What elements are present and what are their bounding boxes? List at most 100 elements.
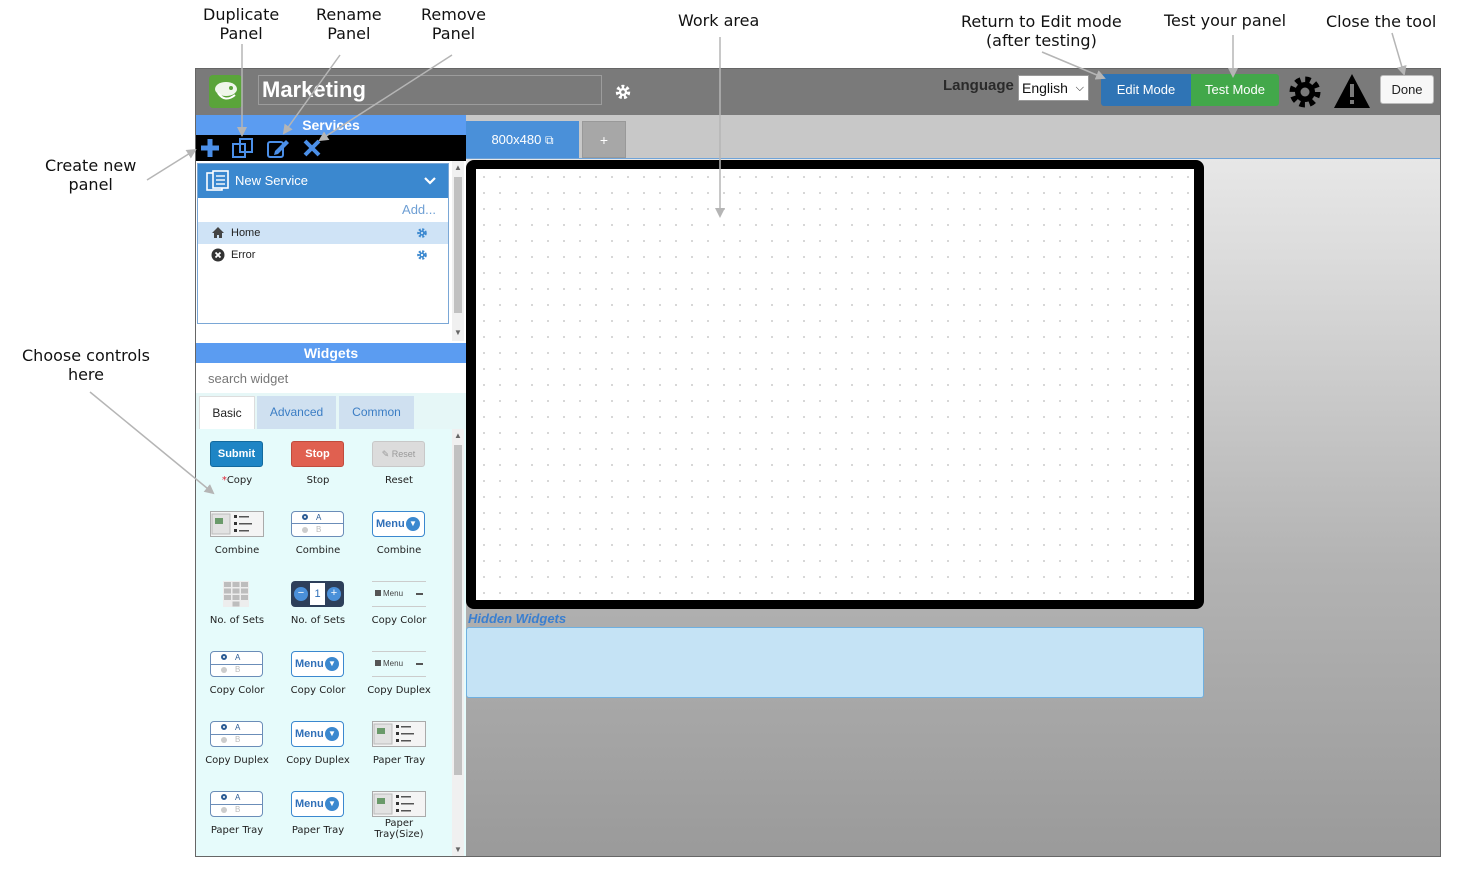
widgets-header: Widgets	[196, 343, 466, 363]
panel-toolbar	[196, 135, 466, 161]
service-item-label: Error	[231, 249, 256, 261]
copy-icon[interactable]: ⧉	[545, 133, 554, 147]
service-header[interactable]: New Service	[198, 164, 448, 198]
language-value: English	[1022, 80, 1068, 96]
service-item-home[interactable]: Home	[198, 222, 448, 244]
submit-button-preview: Submit	[210, 441, 263, 467]
hidden-widgets-area[interactable]	[466, 627, 1204, 698]
widget-label: Copy Duplex	[205, 755, 269, 766]
add-tab-button[interactable]: +	[582, 121, 626, 158]
widget-label: Paper Tray(Size)	[374, 818, 424, 840]
service-name: New Service	[235, 173, 308, 188]
annotation-rename-panel: Rename Panel	[316, 5, 382, 43]
plus-icon: +	[327, 587, 341, 601]
dropdown-widget-icon: Menu	[372, 651, 426, 677]
home-icon	[212, 227, 224, 238]
widget-sets-keypad[interactable]: No. of Sets	[197, 581, 277, 641]
panel-name-input[interactable]: Marketing	[258, 75, 602, 105]
service-panel: New Service Add... Home Error	[197, 163, 449, 324]
annotation-test-panel: Test your panel	[1164, 11, 1287, 30]
scroll-thumb[interactable]	[454, 445, 462, 775]
panel-tabs: 800x480 ⧉ +	[466, 115, 1440, 159]
widget-search-input[interactable]: search widget	[196, 363, 466, 394]
widget-tray-size-list[interactable]: Paper Tray(Size)	[359, 791, 439, 851]
language-label: Language	[943, 77, 1014, 94]
scroll-up-icon[interactable]: ▲	[452, 163, 464, 172]
panel-settings-gear-icon[interactable]	[614, 83, 632, 101]
app-logo	[209, 75, 242, 108]
service-item-error[interactable]: Error	[198, 244, 448, 266]
test-mode-button[interactable]: Test Mode	[1191, 74, 1279, 106]
widgets-scrollbar[interactable]: ▲ ▼	[452, 429, 464, 856]
panel-canvas-frame	[466, 160, 1204, 609]
widget-label: Copy Color	[290, 685, 346, 696]
annotation-return-edit: Return to Edit mode (after testing)	[961, 12, 1122, 50]
remove-panel-icon[interactable]	[300, 137, 324, 159]
widget-color-menu[interactable]: Menu ▼ Copy Color	[278, 651, 358, 711]
annotation-remove-panel: Remove Panel	[421, 5, 486, 43]
widget-duplex-radio[interactable]: A B Copy Duplex	[197, 721, 277, 781]
done-button[interactable]: Done	[1380, 75, 1434, 104]
language-select[interactable]: English ⌵	[1018, 75, 1089, 101]
service-item-label: Home	[231, 227, 261, 239]
work-area: 800x480 ⧉ + Hidden Widgets	[466, 115, 1440, 856]
services-scrollbar[interactable]: ▲ ▼	[452, 161, 464, 341]
widget-label: Paper Tray	[291, 825, 345, 836]
reset-button-preview: ✎ Reset	[372, 441, 425, 467]
settings-gear-icon[interactable]	[1287, 74, 1323, 110]
widget-duplex-menu[interactable]: Menu ▼ Copy Duplex	[278, 721, 358, 781]
widget-duplex-dropdown[interactable]: Menu Copy Duplex	[359, 651, 439, 711]
add-panel-icon[interactable]	[198, 137, 222, 159]
widget-label: Stop	[306, 475, 330, 486]
widget-tray-list[interactable]: Paper Tray	[359, 721, 439, 781]
keypad-icon	[223, 581, 249, 607]
widget-color-dropdown[interactable]: Menu Copy Color	[359, 581, 439, 641]
widget-label: Combine	[376, 545, 422, 556]
left-panel: Services New Service Add... Home Error ▲…	[196, 115, 466, 856]
widget-label: Paper Tray	[372, 755, 426, 766]
panel-canvas[interactable]	[476, 169, 1194, 600]
radio-widget-icon: A B	[291, 511, 344, 537]
widget-color-radio[interactable]: A B Copy Color	[197, 651, 277, 711]
warning-icon[interactable]	[1332, 72, 1372, 110]
menu-widget-icon: Menu ▼	[372, 511, 425, 537]
widget-stop[interactable]: Stop Stop	[278, 441, 358, 501]
annotation-close-tool: Close the tool	[1326, 12, 1437, 31]
widget-label: Reset	[385, 475, 413, 486]
minus-icon: −	[294, 587, 308, 601]
widget-copy[interactable]: Submit *Copy	[197, 441, 277, 501]
widget-combine-menu[interactable]: Menu ▼ Combine	[359, 511, 439, 571]
annotation-create-panel: Create new panel	[45, 156, 137, 194]
duplicate-panel-icon[interactable]	[231, 137, 255, 159]
page-settings-gear-icon[interactable]	[416, 249, 428, 261]
scroll-down-icon[interactable]: ▼	[452, 845, 464, 854]
annotation-duplicate-panel: Duplicate Panel	[203, 5, 280, 43]
widget-label: No. of Sets	[209, 615, 265, 626]
page-settings-gear-icon[interactable]	[416, 227, 428, 239]
scroll-up-icon[interactable]: ▲	[452, 431, 464, 440]
widget-sets-stepper[interactable]: − 1 + No. of Sets	[278, 581, 358, 641]
widget-tabs: Basic Advanced Common	[196, 393, 466, 429]
menu-widget-icon: Menu ▼	[291, 651, 344, 677]
chevron-down-icon: ▼	[406, 517, 420, 531]
tab-advanced[interactable]: Advanced	[257, 396, 336, 429]
widget-tray-radio[interactable]: A B Paper Tray	[197, 791, 277, 851]
widget-label: Copy Color	[371, 615, 427, 626]
scroll-thumb[interactable]	[454, 177, 462, 313]
widget-tray-menu[interactable]: Menu ▼ Paper Tray	[278, 791, 358, 851]
tab-800x480[interactable]: 800x480 ⧉	[466, 121, 579, 158]
add-page-link[interactable]: Add...	[402, 202, 436, 217]
tab-common[interactable]: Common	[339, 396, 414, 429]
rename-panel-icon[interactable]	[266, 137, 290, 159]
chevron-down-icon: ▼	[325, 657, 339, 671]
chevron-down-icon[interactable]	[424, 176, 436, 186]
edit-mode-button[interactable]: Edit Mode	[1101, 74, 1191, 106]
list-widget-icon	[372, 721, 426, 747]
tab-basic[interactable]: Basic	[199, 396, 255, 429]
dropdown-widget-icon: Menu	[372, 581, 426, 607]
list-widget-icon	[372, 791, 426, 817]
widget-combine-list[interactable]: Combine	[197, 511, 277, 571]
widget-combine-radio[interactable]: A B Combine	[278, 511, 358, 571]
widget-reset[interactable]: ✎ Reset Reset	[359, 441, 439, 501]
scroll-down-icon[interactable]: ▼	[452, 328, 464, 337]
